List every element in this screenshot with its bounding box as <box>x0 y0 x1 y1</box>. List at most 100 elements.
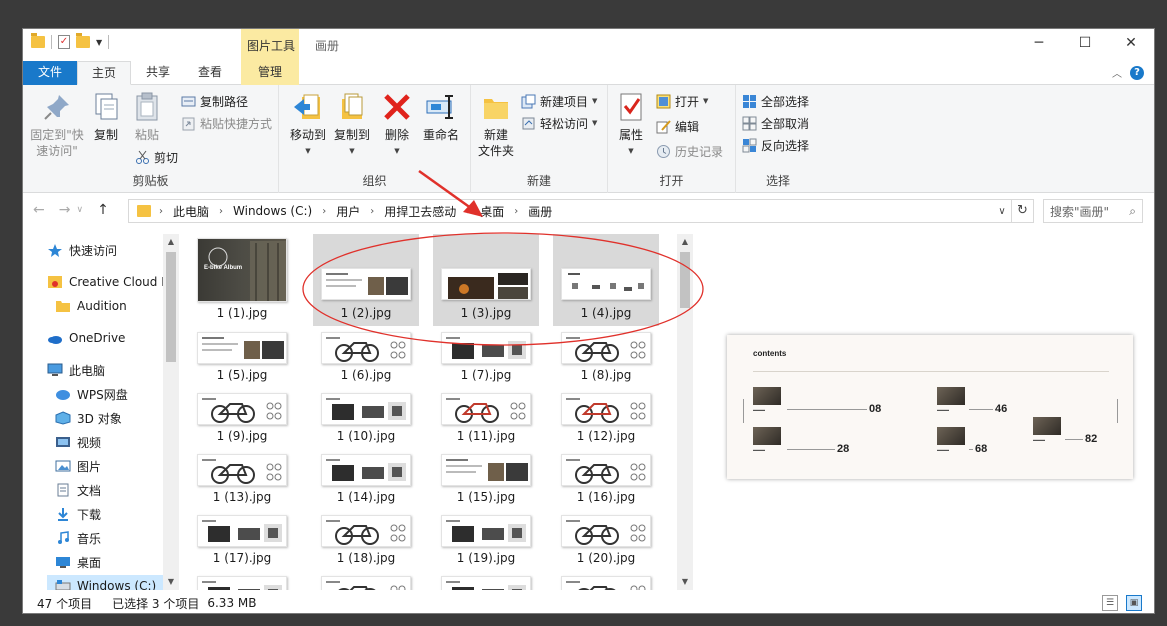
file-tile[interactable]: E-bike Album 1 (1).jpg <box>189 234 295 326</box>
file-tile[interactable]: 1 (7).jpg <box>433 330 539 388</box>
file-tile[interactable]: 1 (17).jpg <box>189 513 295 571</box>
file-tile[interactable]: 1 (9).jpg <box>189 391 295 449</box>
breadcrumb-users[interactable]: 用户 <box>336 203 360 220</box>
breadcrumb-album[interactable]: 画册 <box>528 203 552 220</box>
sidebar-item-5[interactable]: 此电脑 <box>47 359 105 381</box>
file-tile[interactable]: 1 (5).jpg <box>189 330 295 388</box>
sidebar-item-11[interactable]: 下载 <box>55 503 101 525</box>
customize-toolbar-chevron-icon[interactable]: ▼ <box>96 38 102 47</box>
invert-selection-button[interactable]: 反向选择 <box>742 135 809 155</box>
breadcrumb-user[interactable]: 用捍卫去感动 <box>384 203 456 220</box>
pin-quick-access-button[interactable]: 固定到"快 速访问" <box>29 91 85 159</box>
file-tile[interactable]: 1 (14).jpg <box>313 452 419 510</box>
breadcrumb-separator-icon[interactable]: › <box>466 206 470 217</box>
file-tile[interactable]: 1 (12).jpg <box>553 391 659 449</box>
forward-arrow-icon[interactable]: → <box>59 202 71 218</box>
recent-locations-chevron-icon[interactable]: ∨ <box>76 205 83 218</box>
folder-icon[interactable] <box>31 33 45 48</box>
maximize-button[interactable]: ☐ <box>1062 29 1108 59</box>
file-tile[interactable]: 1 (3).jpg <box>433 234 539 326</box>
new-folder-button[interactable]: 新建 文件夹 <box>477 91 515 159</box>
paste-shortcut-button[interactable]: 粘贴快捷方式 <box>181 113 272 133</box>
file-tile[interactable]: 1 (4).jpg <box>553 234 659 326</box>
details-view-icon[interactable]: ☰ <box>1102 595 1118 611</box>
file-tile[interactable]: 1 (20).jpg <box>553 513 659 571</box>
help-icon[interactable]: ? <box>1130 65 1144 80</box>
sidebar-item-9[interactable]: 图片 <box>55 455 101 477</box>
tab-manage[interactable]: 管理 <box>241 61 299 85</box>
file-tile[interactable]: 1 (10).jpg <box>313 391 419 449</box>
rename-button[interactable]: 重命名 <box>419 91 463 143</box>
new-folder-icon[interactable] <box>76 33 90 48</box>
sidebar-item-6[interactable]: WPS网盘 <box>55 383 128 405</box>
file-tile[interactable]: 1 (11).jpg <box>433 391 539 449</box>
sidebar-item-12[interactable]: 音乐 <box>55 527 101 549</box>
file-tile[interactable]: 1 (2).jpg <box>313 234 419 326</box>
sidebar-item-8[interactable]: 视频 <box>55 431 101 453</box>
breadcrumb-separator-icon[interactable]: › <box>219 206 223 217</box>
properties-check-icon[interactable]: ✓ <box>58 35 70 49</box>
properties-button[interactable]: 属性 ▼ <box>614 91 648 159</box>
file-list-scrollbar[interactable]: ▲ ▼ <box>677 234 693 590</box>
tab-share[interactable]: 共享 <box>135 61 181 85</box>
back-arrow-icon[interactable]: ← <box>33 202 45 218</box>
sidebar-item-4[interactable]: OneDrive <box>47 327 125 349</box>
select-none-button[interactable]: 全部取消 <box>742 113 809 133</box>
scroll-down-arrow-icon[interactable]: ▼ <box>163 574 179 590</box>
breadcrumb-separator-icon[interactable]: › <box>322 206 326 217</box>
minimize-button[interactable]: ─ <box>1016 29 1062 59</box>
file-tile[interactable]: 1 (13).jpg <box>189 452 295 510</box>
sidebar-item-14[interactable]: Windows (C:) <box>47 575 163 590</box>
cut-button[interactable]: 剪切 <box>135 147 178 167</box>
sidebar-item-10[interactable]: 文档 <box>55 479 101 501</box>
easy-access-button[interactable]: 轻松访问 ▼ <box>521 113 597 133</box>
sidebar-item-3[interactable]: Audition <box>55 295 127 317</box>
paste-button[interactable]: 粘贴 <box>129 91 165 143</box>
delete-button[interactable]: 删除 ▼ <box>379 91 415 159</box>
move-to-button[interactable]: 移动到 ▼ <box>287 91 329 159</box>
sidebar-item-2[interactable]: Creative Cloud F <box>47 271 168 293</box>
breadcrumb-drive-c[interactable]: Windows (C:) <box>233 204 312 218</box>
breadcrumb-separator-icon[interactable]: › <box>370 206 374 217</box>
sidebar-item-13[interactable]: 桌面 <box>55 551 101 573</box>
address-history-chevron-icon[interactable]: ∨ <box>993 206 1011 217</box>
tab-file[interactable]: 文件 <box>23 61 77 85</box>
file-tile[interactable]: 1 (18).jpg <box>313 513 419 571</box>
file-tile[interactable]: 1 (19).jpg <box>433 513 539 571</box>
file-tile[interactable] <box>553 574 659 590</box>
copy-button[interactable]: 复制 <box>89 91 123 143</box>
tab-home[interactable]: 主页 <box>77 61 131 85</box>
breadcrumb-desktop[interactable]: 桌面 <box>480 203 504 220</box>
sidebar-item-7[interactable]: 3D 对象 <box>55 407 122 429</box>
breadcrumb-separator-icon[interactable]: › <box>514 206 518 217</box>
new-item-button[interactable]: 新建项目 ▼ <box>521 91 597 111</box>
sidebar-item-1[interactable]: 快速访问 <box>47 239 117 261</box>
breadcrumb-separator-icon[interactable]: › <box>159 206 163 217</box>
navigation-pane-scrollbar[interactable]: ▲ ▼ <box>163 234 179 590</box>
scroll-up-arrow-icon[interactable]: ▲ <box>163 234 179 250</box>
copy-path-button[interactable]: 复制路径 <box>181 91 248 111</box>
address-bar[interactable]: › 此电脑 › Windows (C:) › 用户 › 用捍卫去感动 › 桌面 … <box>128 199 1034 223</box>
collapse-ribbon-chevron-icon[interactable]: ︿ <box>1112 65 1122 80</box>
scroll-down-arrow-icon[interactable]: ▼ <box>677 574 693 590</box>
refresh-icon[interactable]: ↻ <box>1011 200 1033 222</box>
file-tile[interactable] <box>189 574 295 590</box>
file-tile[interactable]: 1 (8).jpg <box>553 330 659 388</box>
breadcrumb-this-pc[interactable]: 此电脑 <box>173 203 209 220</box>
tab-view[interactable]: 查看 <box>187 61 233 85</box>
file-tile[interactable]: 1 (16).jpg <box>553 452 659 510</box>
open-button[interactable]: 打开 ▼ <box>656 91 708 111</box>
scrollbar-thumb[interactable] <box>166 252 176 362</box>
select-all-button[interactable]: 全部选择 <box>742 91 809 111</box>
file-tile[interactable]: 1 (6).jpg <box>313 330 419 388</box>
file-tile[interactable] <box>313 574 419 590</box>
file-tile[interactable] <box>433 574 539 590</box>
copy-to-button[interactable]: 复制到 ▼ <box>331 91 373 159</box>
edit-button[interactable]: 编辑 <box>656 116 699 136</box>
scroll-up-arrow-icon[interactable]: ▲ <box>677 234 693 250</box>
large-icons-view-icon[interactable]: ▣ <box>1126 595 1142 611</box>
search-input[interactable]: 搜索"画册" ⌕ <box>1043 199 1143 223</box>
history-button[interactable]: 历史记录 <box>656 141 723 161</box>
up-arrow-icon[interactable]: ↑ <box>97 202 109 218</box>
close-button[interactable]: ✕ <box>1108 29 1154 59</box>
